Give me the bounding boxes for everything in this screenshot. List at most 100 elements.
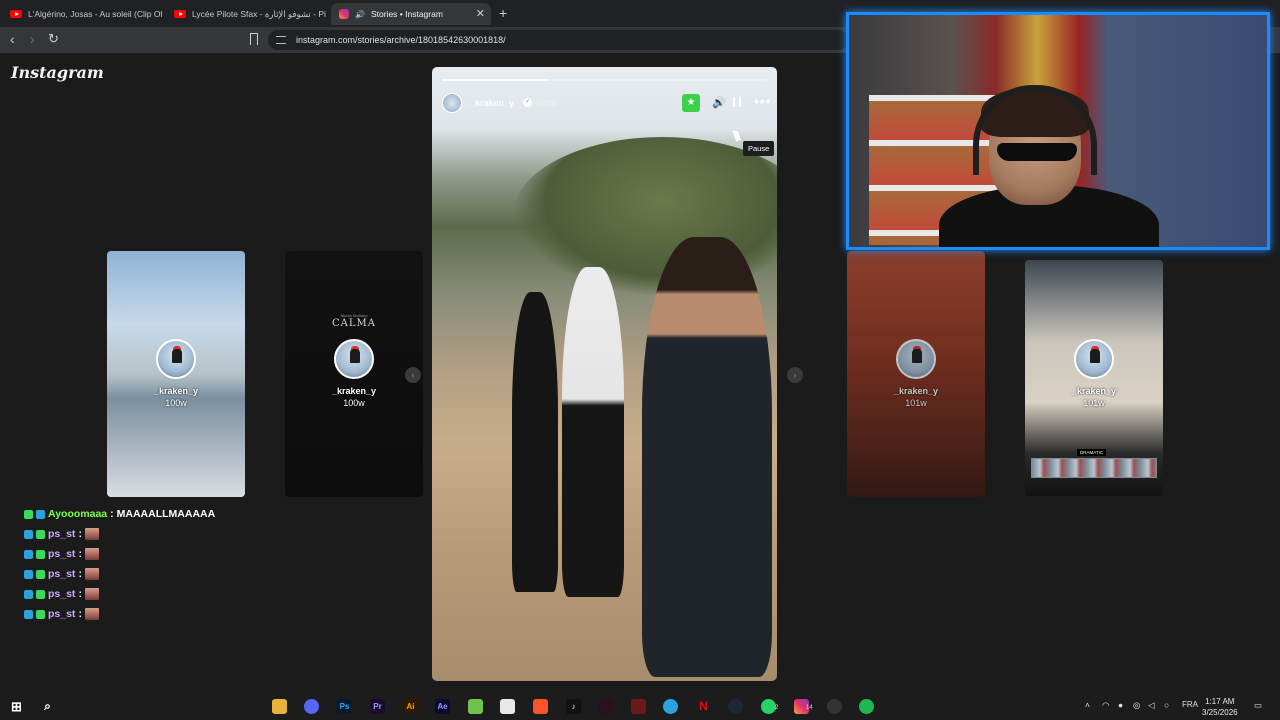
person-figure <box>642 237 772 677</box>
brave-browser-icon[interactable] <box>533 699 548 714</box>
file-explorer-icon[interactable] <box>272 699 287 714</box>
story-age: 100w <box>165 398 187 408</box>
chat-username: ps_st <box>48 608 76 620</box>
forward-button[interactable]: › <box>30 31 35 47</box>
system-clock[interactable]: 1:17 AM 3/25/2026 <box>1202 696 1238 718</box>
photoshop-icon[interactable]: Ps <box>337 699 352 714</box>
volume-icon[interactable]: ◁ <box>1148 700 1155 711</box>
spotify-icon[interactable] <box>859 699 874 714</box>
webcam-overlay <box>846 12 1270 250</box>
more-options-button[interactable]: ••• <box>754 93 772 109</box>
chat-emote-icon <box>84 608 99 620</box>
story-username: _kraken_y <box>1071 386 1117 396</box>
discord-icon[interactable] <box>304 699 319 714</box>
chat-message: ps_st : <box>24 524 215 544</box>
pause-tooltip: Pause <box>743 141 775 156</box>
next-story-button[interactable]: › <box>787 367 803 383</box>
close-tab-icon[interactable]: ✕ <box>476 7 485 20</box>
obs-icon[interactable] <box>827 699 842 714</box>
chevron-up-icon[interactable]: ˄ <box>1085 700 1090 710</box>
tab-title: L'Algérino, Josas - Au soleil (Clip Offi <box>28 9 162 19</box>
chat-badge-icon <box>24 509 33 519</box>
story-thumbnail[interactable]: _kraken_y 100w <box>107 251 245 497</box>
notifications-icon[interactable]: ▭ <box>1254 700 1262 711</box>
whatsapp-icon[interactable] <box>761 699 776 714</box>
chat-emote-icon <box>84 528 99 540</box>
url-input[interactable]: instagram.com/stories/archive/1801854263… <box>268 30 848 50</box>
app-icon[interactable] <box>598 699 613 714</box>
tab-youtube-1[interactable]: L'Algérino, Josas - Au soleil (Clip Offi <box>2 3 162 25</box>
youtube-icon <box>174 10 186 18</box>
steam-icon[interactable] <box>728 699 743 714</box>
story-thumbnail[interactable]: _kraken_y 101w <box>847 251 985 497</box>
bookmark-icon[interactable] <box>250 33 258 45</box>
stream-chat: Ayooomaaa : MAAAALLMAAAAA ps_st : ps_st … <box>24 504 215 624</box>
story-overlay-title: CALMA <box>332 318 376 329</box>
telegram-icon[interactable] <box>663 699 678 714</box>
story-age: 101w <box>536 98 558 108</box>
instagram-logo[interactable]: Instagram <box>11 63 104 82</box>
mouse-cursor-icon <box>732 128 741 142</box>
chat-separator: : <box>78 608 82 620</box>
avatar[interactable] <box>442 93 462 113</box>
volume-button[interactable]: 🔊 <box>712 96 726 109</box>
editor-icon[interactable] <box>468 699 483 714</box>
tab-instagram[interactable]: 🔊 Stories • Instagram ✕ <box>331 3 491 25</box>
network-icon[interactable]: ◠ <box>1102 700 1109 711</box>
tiktok-icon[interactable]: ♪ <box>566 699 581 714</box>
story-progress-fill <box>442 79 549 81</box>
sunglasses-figure <box>997 143 1077 161</box>
chat-badge-icon <box>36 509 45 519</box>
chat-badge-icon <box>24 569 33 579</box>
back-button[interactable]: ‹ <box>10 31 15 47</box>
chat-separator: : <box>78 528 82 540</box>
avatar <box>156 339 196 379</box>
main-story[interactable]: _kraken_y ✓ 101w ★ 🔊 ••• Pause <box>432 67 777 681</box>
chat-separator: : <box>78 568 82 580</box>
chat-username: ps_st <box>48 548 76 560</box>
tab-title: Stories • Instagram <box>370 9 443 19</box>
chat-emote-icon <box>84 588 99 600</box>
chat-message: ps_st : <box>24 604 215 624</box>
close-friends-star-icon: ★ <box>682 94 700 112</box>
game-icon[interactable] <box>631 699 646 714</box>
microphone-icon[interactable]: ● <box>1118 700 1123 710</box>
story-thumbnail[interactable]: _kraken_y 101w DRAMATIC <box>1025 260 1163 496</box>
illustrator-icon[interactable]: Ai <box>403 699 418 714</box>
chat-badge-icon <box>24 589 33 599</box>
story-header: _kraken_y ✓ 101w ★ 🔊 ••• Pause <box>442 91 775 156</box>
chat-badge-icon <box>36 569 45 579</box>
power-icon[interactable]: ○ <box>1164 700 1169 710</box>
story-age: 101w <box>905 398 927 408</box>
language-indicator[interactable]: FRA <box>1182 700 1198 709</box>
previous-story-button[interactable]: ‹ <box>405 367 421 383</box>
story-age: 101w <box>1083 398 1105 408</box>
story-overlay-tag: DRAMATIC <box>1077 449 1107 456</box>
windows-start-icon[interactable]: ⊞ <box>9 699 24 714</box>
chat-text: MAAAALLMAAAAA <box>116 508 216 520</box>
avatar <box>896 339 936 379</box>
site-settings-icon[interactable] <box>276 36 286 44</box>
chat-message: ps_st : <box>24 564 215 584</box>
person-figure <box>512 292 558 592</box>
video-filmstrip <box>1031 458 1157 478</box>
clock-date: 3/25/2026 <box>1202 708 1238 717</box>
story-age: 100w <box>343 398 365 408</box>
premiere-icon[interactable]: Pr <box>370 699 385 714</box>
reload-button[interactable]: ↻ <box>48 31 59 47</box>
tab-youtube-2[interactable]: Lycée Pilote Sfax - تشوفو الإثارة - Pist… <box>166 3 326 25</box>
pause-button[interactable] <box>733 97 741 107</box>
chat-badge-icon <box>24 549 33 559</box>
story-thumbnail[interactable]: Nicola Siciliano CALMA _kraken_y 100w <box>285 251 423 497</box>
search-icon[interactable]: ⌕ <box>40 699 55 714</box>
story-username[interactable]: _kraken_y <box>470 98 514 108</box>
netflix-icon[interactable]: N <box>696 699 711 714</box>
instagram-badge: 14 <box>806 705 813 711</box>
location-icon[interactable]: ◎ <box>1133 700 1140 711</box>
chat-badge-icon <box>36 549 45 559</box>
capcut-icon[interactable] <box>500 699 515 714</box>
chat-badge-icon <box>36 589 45 599</box>
story-username: _kraken_y <box>893 386 939 396</box>
new-tab-button[interactable]: + <box>499 5 507 21</box>
after-effects-icon[interactable]: Ae <box>435 699 450 714</box>
